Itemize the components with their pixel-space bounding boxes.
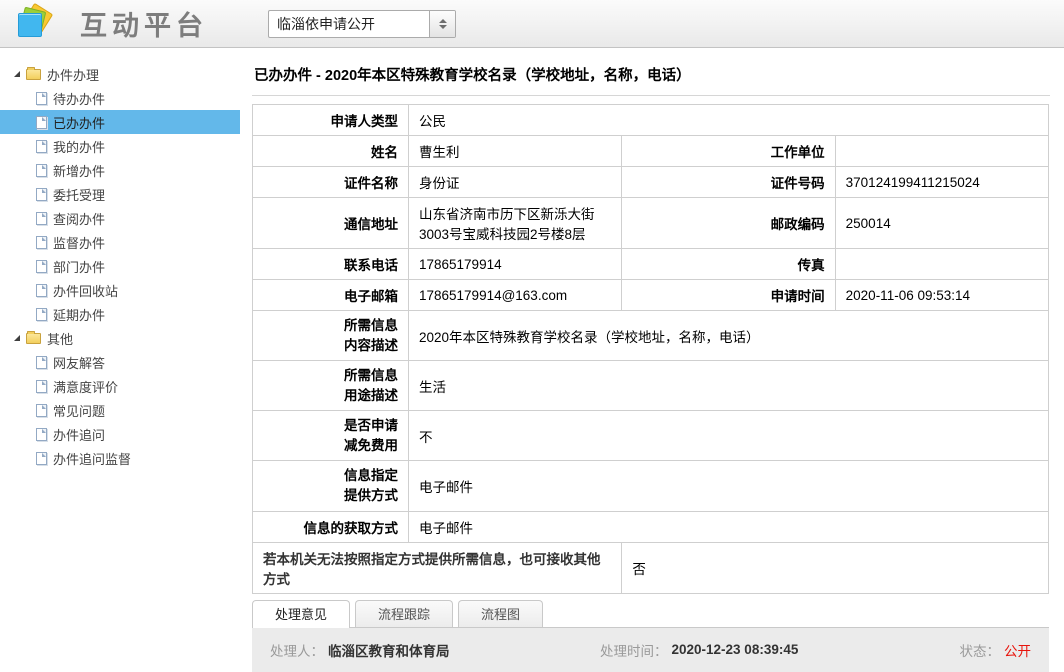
table-row: 申请人类型 公民: [253, 105, 1049, 136]
sidebar-item-weituo[interactable]: 委托受理: [0, 182, 240, 206]
document-icon: [36, 428, 47, 441]
channel-select-spinner-icon[interactable]: [429, 11, 455, 37]
document-icon: [36, 356, 47, 369]
tree-expander-icon[interactable]: [14, 71, 20, 77]
main-content: 已办办件 - 2020年本区特殊教育学校名录（学校地址，名称，电话） 申请人类型…: [240, 48, 1064, 671]
tree-expander-icon[interactable]: [14, 335, 20, 341]
document-icon: [36, 140, 47, 153]
table-row-footer: 若本机关无法按照指定方式提供所需信息，也可接收其他方式 否: [253, 542, 1049, 593]
document-icon: [36, 284, 47, 297]
document-icon: [36, 188, 47, 201]
table-row: 通信地址 山东省济南市历下区新泺大街3003号宝威科技园2号楼8层 邮政编码 2…: [253, 198, 1049, 249]
table-row: 证件名称 身份证 证件号码 370124199411215024: [253, 167, 1049, 198]
table-row: 姓名 曹生利 工作单位: [253, 136, 1049, 167]
document-icon: [36, 212, 47, 225]
sidebar-item-daiban[interactable]: 待办办件: [0, 86, 240, 110]
sidebar-group-label: 办件办理: [47, 65, 99, 84]
page-title: 已办办件 - 2020年本区特殊教育学校名录（学校地址，名称，电话）: [252, 48, 1050, 96]
sidebar-item-zhuiwen[interactable]: 办件追问: [0, 422, 240, 446]
table-row: 所需信息用途描述 生活: [253, 361, 1049, 411]
app-title: 互动平台: [80, 4, 208, 43]
sidebar-item-changjian[interactable]: 常见问题: [0, 398, 240, 422]
document-icon: [36, 404, 47, 417]
table-row: 是否申请减免费用 不: [253, 411, 1049, 461]
sidebar-group-qita[interactable]: 其他: [0, 326, 240, 350]
document-icon: [36, 452, 47, 465]
document-icon: [36, 92, 47, 105]
handle-time-label: 处理时间：: [600, 640, 668, 660]
sidebar-item-wangyou[interactable]: 网友解答: [0, 350, 240, 374]
status-label: 状态：: [960, 640, 1001, 660]
handling-opinion-panel: 处理人： 临淄区教育和体育局 处理时间： 2020-12-23 08:39:45…: [252, 628, 1049, 672]
handler-value: 临淄区教育和体育局: [328, 640, 450, 660]
tab-process-tracking[interactable]: 流程跟踪: [355, 600, 453, 627]
app-logo-icon: [14, 4, 58, 44]
sidebar-item-jiandu[interactable]: 监督办件: [0, 230, 240, 254]
table-row: 所需信息内容描述 2020年本区特殊教育学校名录（学校地址，名称，电话）: [253, 311, 1049, 361]
sidebar-item-zhuiwen-jiandu[interactable]: 办件追问监督: [0, 446, 240, 470]
sidebar-item-xinzeng[interactable]: 新增办件: [0, 158, 240, 182]
folder-icon: [26, 69, 41, 80]
table-row: 信息指定提供方式 电子邮件: [253, 461, 1049, 511]
sidebar-item-wode[interactable]: 我的办件: [0, 134, 240, 158]
sidebar-item-yiban[interactable]: 已办办件: [0, 110, 240, 134]
sidebar-item-manyidu[interactable]: 满意度评价: [0, 374, 240, 398]
folder-icon: [26, 333, 41, 344]
handler-label: 处理人：: [270, 640, 324, 660]
status-badge: 公开: [1004, 640, 1031, 660]
document-icon: [36, 260, 47, 273]
table-row: 信息的获取方式 电子邮件: [253, 511, 1049, 542]
sidebar-tree: 办件办理 待办办件 已办办件 我的办件 新增办件 委托受理 查阅办件 监督办件: [0, 48, 240, 671]
application-detail-table: 申请人类型 公民 姓名 曹生利 工作单位 证件名称 身份证 证件号码 37012…: [252, 104, 1049, 594]
table-row: 联系电话 17865179914 传真: [253, 249, 1049, 280]
handle-time-value: 2020-12-23 08:39:45: [672, 642, 799, 657]
channel-select-value[interactable]: 临淄依申请公开: [269, 11, 429, 37]
opinion-tabbar: 处理意见 流程跟踪 流程图: [252, 600, 1049, 628]
sidebar-group-banjian[interactable]: 办件办理: [0, 62, 240, 86]
document-icon: [36, 164, 47, 177]
channel-select[interactable]: 临淄依申请公开: [268, 10, 456, 38]
table-row: 电子邮箱 17865179914@163.com 申请时间 2020-11-06…: [253, 280, 1049, 311]
sidebar-item-bumen[interactable]: 部门办件: [0, 254, 240, 278]
app-header: 互动平台 临淄依申请公开: [0, 0, 1064, 48]
tab-flow-chart[interactable]: 流程图: [458, 600, 543, 627]
document-icon: [36, 308, 47, 321]
sidebar-group-label: 其他: [47, 329, 73, 348]
document-icon: [36, 236, 47, 249]
tab-handling-opinion[interactable]: 处理意见: [252, 600, 350, 627]
document-icon: [36, 116, 47, 129]
sidebar-item-yanqi[interactable]: 延期办件: [0, 302, 240, 326]
sidebar-item-chayue[interactable]: 查阅办件: [0, 206, 240, 230]
sidebar-item-huishouzhan[interactable]: 办件回收站: [0, 278, 240, 302]
document-icon: [36, 380, 47, 393]
